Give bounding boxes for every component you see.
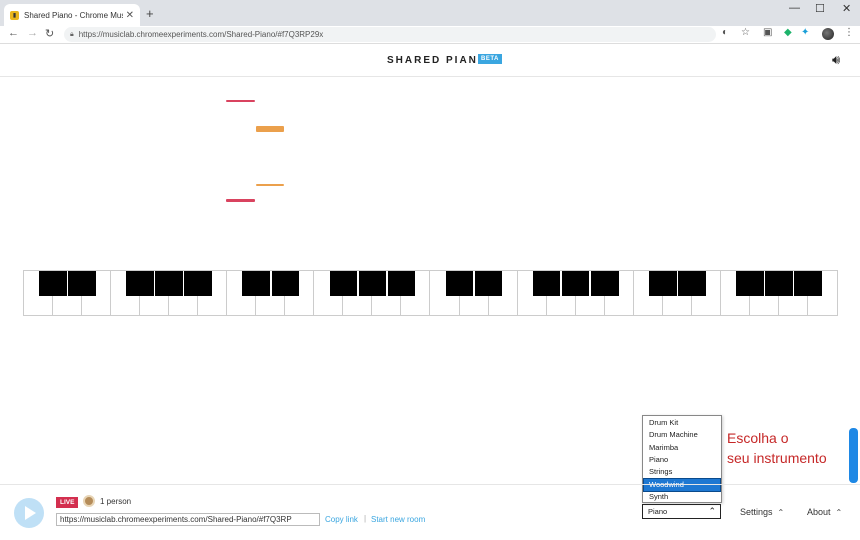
instrument-option[interactable]: Piano xyxy=(644,454,720,466)
about-button[interactable]: About ⌃ xyxy=(807,507,842,517)
browser-tab-bar: ▮ Shared Piano - Chrome Music La ✕ + — ☐… xyxy=(0,0,860,26)
room-url-field[interactable]: https://musiclab.chromeexperiments.com/S… xyxy=(56,513,320,526)
extension-green-icon[interactable]: ◆ xyxy=(784,27,792,38)
new-tab-button[interactable]: + xyxy=(146,6,154,21)
footer-bar: LIVE 1 person https://musiclab.chromeexp… xyxy=(0,484,860,540)
instrument-select-value: Piano xyxy=(648,507,668,516)
extension-blue-icon[interactable]: ✦ xyxy=(801,27,809,38)
live-badge: LIVE xyxy=(56,497,79,508)
chevron-up-icon: ⌃ xyxy=(835,508,843,517)
note-bar xyxy=(226,199,255,202)
black-key[interactable] xyxy=(184,271,212,296)
instrument-option[interactable]: Strings xyxy=(644,466,720,478)
black-key[interactable] xyxy=(648,271,677,296)
note-bar xyxy=(226,100,255,102)
black-key[interactable] xyxy=(155,271,183,296)
scrollbar-thumb[interactable] xyxy=(849,428,858,483)
link-separator: | xyxy=(364,514,367,523)
cast-icon[interactable]: ▣ xyxy=(763,27,772,38)
black-key[interactable] xyxy=(678,271,706,296)
black-key[interactable] xyxy=(39,271,67,296)
bookmark-star-icon[interactable]: ☆ xyxy=(741,27,750,38)
play-icon xyxy=(25,506,36,520)
speaker-icon[interactable]: 🔊︎ xyxy=(832,52,840,68)
black-key[interactable] xyxy=(532,271,561,296)
black-key[interactable] xyxy=(590,271,619,296)
black-key[interactable] xyxy=(68,271,96,296)
about-label: About xyxy=(807,507,831,517)
settings-label: Settings xyxy=(740,507,773,517)
reload-icon[interactable]: ↻ xyxy=(45,27,54,40)
annotation-text: Escolha o seu instrumento xyxy=(727,428,827,468)
back-icon[interactable]: ← xyxy=(8,27,19,39)
browser-toolbar: ← → ↻ 🔒︎ https://musiclab.chromeexperime… xyxy=(0,26,860,44)
lock-icon: 🔒︎ xyxy=(70,30,74,38)
app-title: SHARED PIANO xyxy=(387,55,488,66)
url-text: https://musiclab.chromeexperiments.com/S… xyxy=(78,30,324,39)
black-key[interactable] xyxy=(242,271,271,296)
black-key[interactable] xyxy=(561,271,590,296)
piano-keyboard[interactable] xyxy=(23,270,838,316)
black-key[interactable] xyxy=(358,271,387,296)
person-icon xyxy=(83,495,95,507)
note-bar xyxy=(256,184,284,186)
black-key[interactable] xyxy=(445,271,474,296)
profile-avatar[interactable] xyxy=(822,28,834,40)
black-key[interactable] xyxy=(271,271,300,296)
copy-link-button[interactable]: Copy link xyxy=(325,515,358,524)
instrument-option[interactable]: Marimba xyxy=(644,442,720,454)
black-key[interactable] xyxy=(329,271,358,296)
chevron-up-icon: ⌃ xyxy=(708,506,716,516)
menu-kebab-icon[interactable]: ⋮ xyxy=(844,27,854,38)
close-window-button[interactable]: ✕ xyxy=(842,2,851,15)
address-bar[interactable]: 🔒︎ https://musiclab.chromeexperiments.co… xyxy=(64,27,716,42)
black-key[interactable] xyxy=(126,271,154,296)
instrument-select[interactable]: Piano ⌃ xyxy=(642,504,721,519)
chevron-up-icon: ⌃ xyxy=(777,508,785,517)
instrument-option[interactable]: Drum Kit xyxy=(644,417,720,429)
beta-badge: BETA xyxy=(478,54,502,64)
maximize-button[interactable]: ☐ xyxy=(815,2,825,15)
black-key[interactable] xyxy=(387,271,416,296)
instrument-option[interactable]: Drum Machine xyxy=(644,429,720,441)
annotation-line-1: Escolha o xyxy=(727,430,789,446)
forward-icon[interactable]: → xyxy=(27,27,38,39)
annotation-line-2: seu instrumento xyxy=(727,450,827,466)
note-bar xyxy=(256,126,284,132)
chrome-music-lab-favicon-icon: ▮ xyxy=(10,10,19,20)
black-key[interactable] xyxy=(736,271,764,296)
browser-tab[interactable]: ▮ Shared Piano - Chrome Music La ✕ xyxy=(4,4,140,26)
extension-icon[interactable]: ◐ xyxy=(722,27,728,38)
tab-close-icon[interactable]: ✕ xyxy=(126,10,134,21)
black-key[interactable] xyxy=(474,271,503,296)
play-button[interactable] xyxy=(14,498,44,528)
start-new-room-link[interactable]: Start new room xyxy=(371,515,425,524)
minimize-button[interactable]: — xyxy=(789,2,800,14)
black-key[interactable] xyxy=(794,271,822,296)
settings-button[interactable]: Settings ⌃ xyxy=(740,507,784,517)
people-count: 1 person xyxy=(100,497,132,506)
tab-title: Shared Piano - Chrome Music La xyxy=(24,10,123,20)
app-header: SHARED PIANO BETA 🔊︎ xyxy=(0,45,860,77)
black-key[interactable] xyxy=(765,271,793,296)
